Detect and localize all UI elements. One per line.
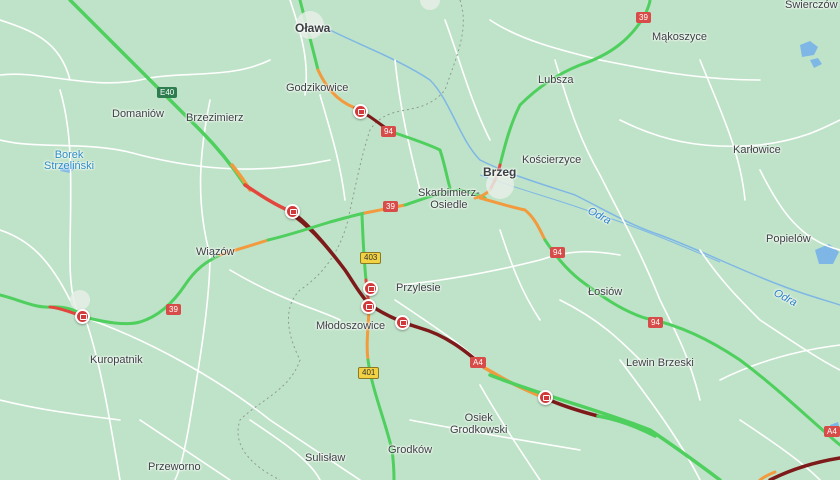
- place-label-brzeg[interactable]: Brzeg: [483, 166, 516, 178]
- place-label-borek-line: Borek Strzeliński: [44, 149, 95, 172]
- map-view[interactable]: Oława Godzikowice Domaniów Brzezimierz B…: [0, 0, 840, 480]
- road-shield-39-north: 39: [636, 12, 651, 23]
- road-shield-401: 401: [358, 367, 380, 379]
- incident-marker-road-closure-icon[interactable]: [74, 308, 90, 324]
- place-label-olawa[interactable]: Oława: [295, 22, 330, 34]
- road-shield-39-central: 39: [383, 201, 398, 212]
- place-label-mlodoszowice[interactable]: Młodoszowice: [316, 320, 385, 332]
- road-shield-e40: E40: [157, 87, 178, 98]
- place-label-losiow[interactable]: Łosiów: [588, 286, 622, 298]
- place-label-swierczow[interactable]: Świerczów: [785, 0, 838, 11]
- place-label-osiek-line: Osiek Grodkowski: [450, 412, 508, 436]
- incident-marker-road-closure-icon[interactable]: [394, 314, 410, 330]
- road-shield-94-east: 94: [550, 247, 565, 258]
- place-label-popielow[interactable]: Popielów: [766, 233, 811, 245]
- road-shield-39-west: 39: [166, 304, 181, 315]
- road-401: [365, 308, 371, 362]
- place-label-makoszyce[interactable]: Mąkoszyce: [652, 31, 707, 43]
- incident-marker-road-closure-icon[interactable]: [360, 298, 376, 314]
- land-area: [0, 0, 840, 480]
- place-label-skarbimierz-line: Skarbimierz- Osiedle: [418, 187, 480, 211]
- road-shield-94-southeast: 94: [648, 317, 663, 328]
- incident-marker-road-closure-icon[interactable]: [284, 203, 300, 219]
- road-shield-94-north: 94: [381, 126, 396, 137]
- place-label-koscierzyce[interactable]: Kościerzyce: [522, 154, 581, 166]
- place-label-kuropatnik[interactable]: Kuropatnik: [90, 354, 143, 366]
- place-label-osiek-grodkowski[interactable]: Osiek Grodkowski: [450, 412, 507, 436]
- place-label-brzezimierz[interactable]: Brzezimierz: [186, 112, 243, 124]
- incident-marker-road-closure-icon[interactable]: [537, 389, 553, 405]
- place-label-wiazow[interactable]: Wiązów: [196, 246, 235, 258]
- place-label-skarbimierz-osiedle[interactable]: Skarbimierz- Osiedle: [418, 187, 480, 211]
- road-shield-403: 403: [360, 252, 382, 264]
- incident-marker-road-closure-icon[interactable]: [362, 280, 378, 296]
- place-label-grodkow[interactable]: Grodków: [388, 444, 432, 456]
- incident-marker-road-closure-icon[interactable]: [352, 103, 368, 119]
- place-label-godzikowice[interactable]: Godzikowice: [286, 82, 348, 94]
- road-shield-a4: A4: [470, 357, 486, 368]
- road-shield-a4-east: A4: [824, 426, 840, 437]
- map-canvas[interactable]: [0, 0, 840, 480]
- place-label-przeworno[interactable]: Przeworno: [148, 461, 201, 473]
- place-label-lubsza[interactable]: Lubsza: [538, 74, 573, 86]
- place-label-karlowice[interactable]: Karłowice: [733, 144, 781, 156]
- place-label-lewin-brzeski[interactable]: Lewin Brzeski: [626, 357, 694, 369]
- place-label-sulislaw[interactable]: Sulisław: [305, 452, 345, 464]
- place-label-przylesie[interactable]: Przylesie: [396, 282, 441, 294]
- place-label-domaniow[interactable]: Domaniów: [112, 108, 164, 120]
- place-label-borek-strzelinski[interactable]: Borek Strzeliński: [44, 150, 94, 172]
